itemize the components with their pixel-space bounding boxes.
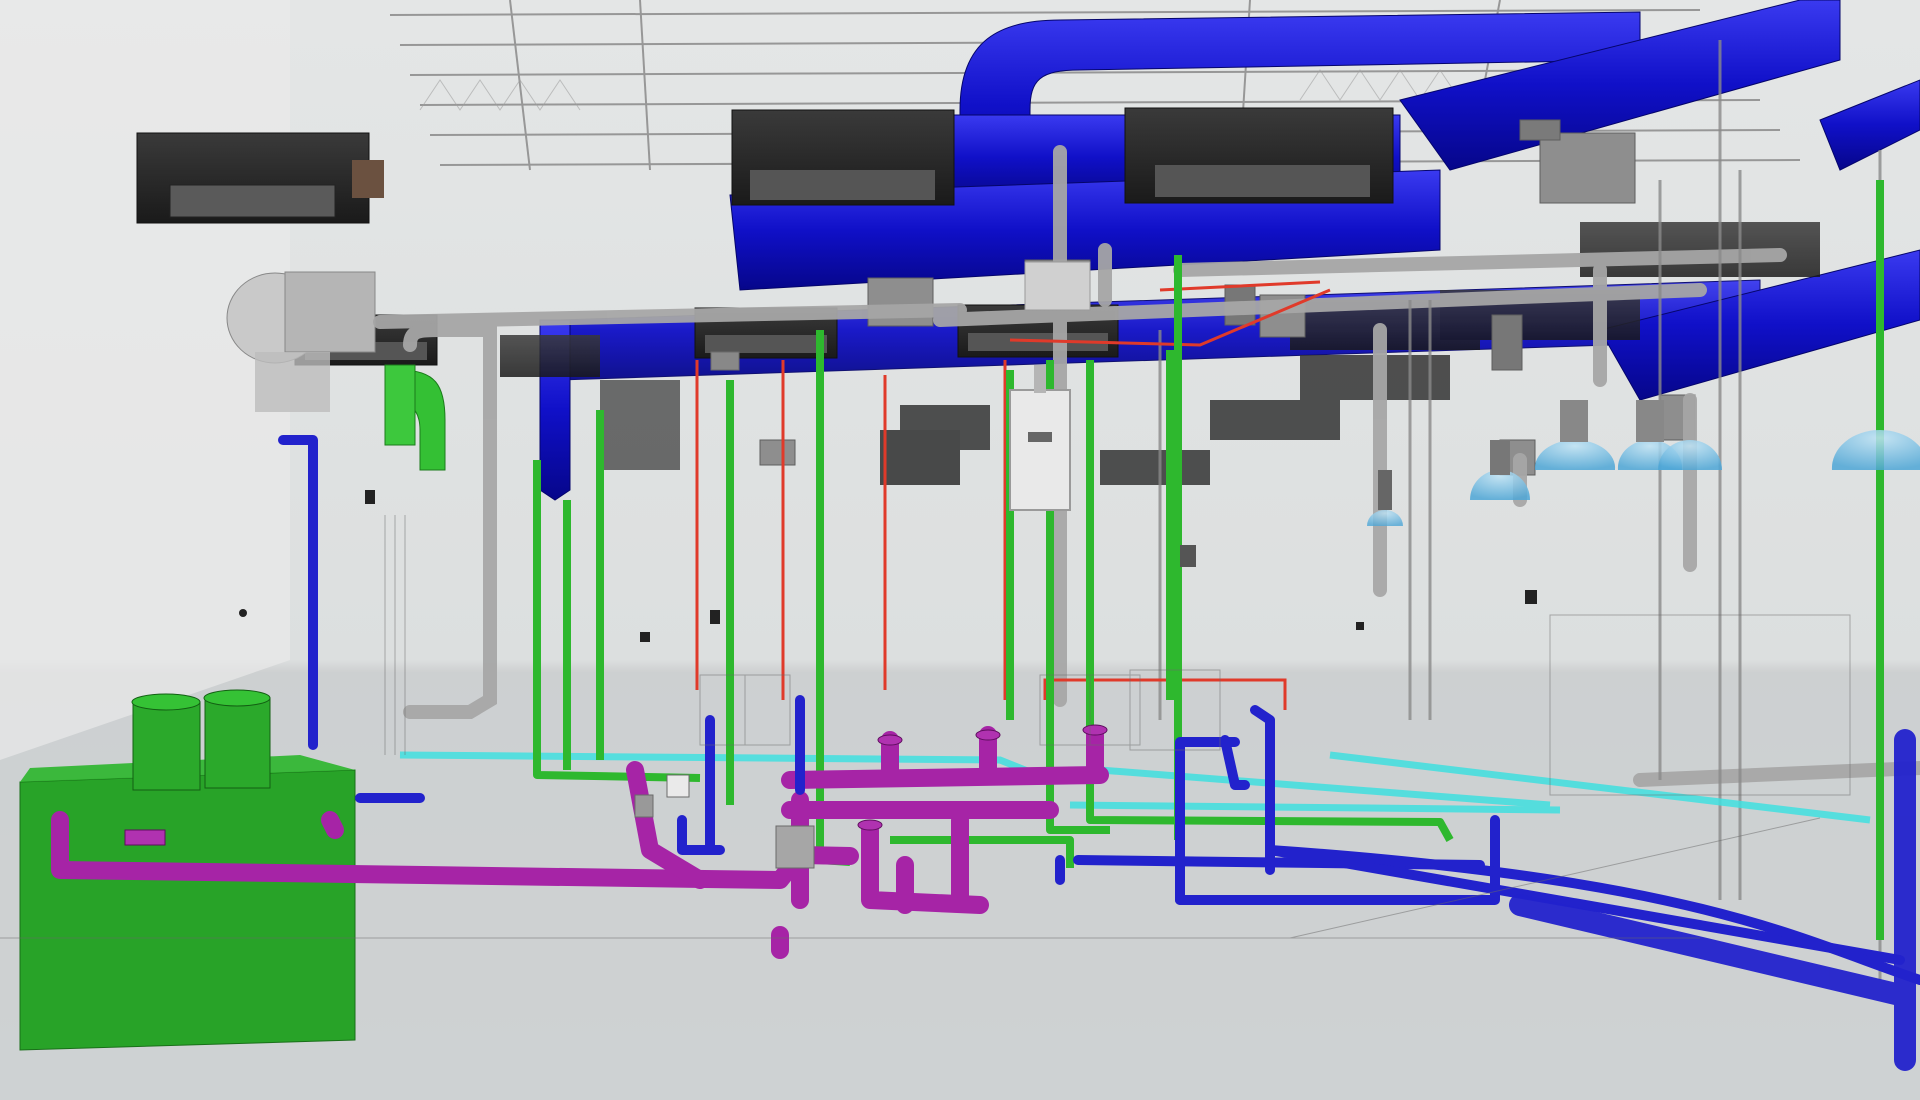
water-heater-icon [1024,261,1091,311]
mep-model-drawing [0,0,1920,1100]
ceiling-heater-icon [136,132,384,224]
left-wall [0,0,290,760]
ceiling-heater-icon [1124,107,1394,204]
ceiling-heater-icon [731,109,955,206]
bim-3d-viewport[interactable] [0,0,1920,1100]
